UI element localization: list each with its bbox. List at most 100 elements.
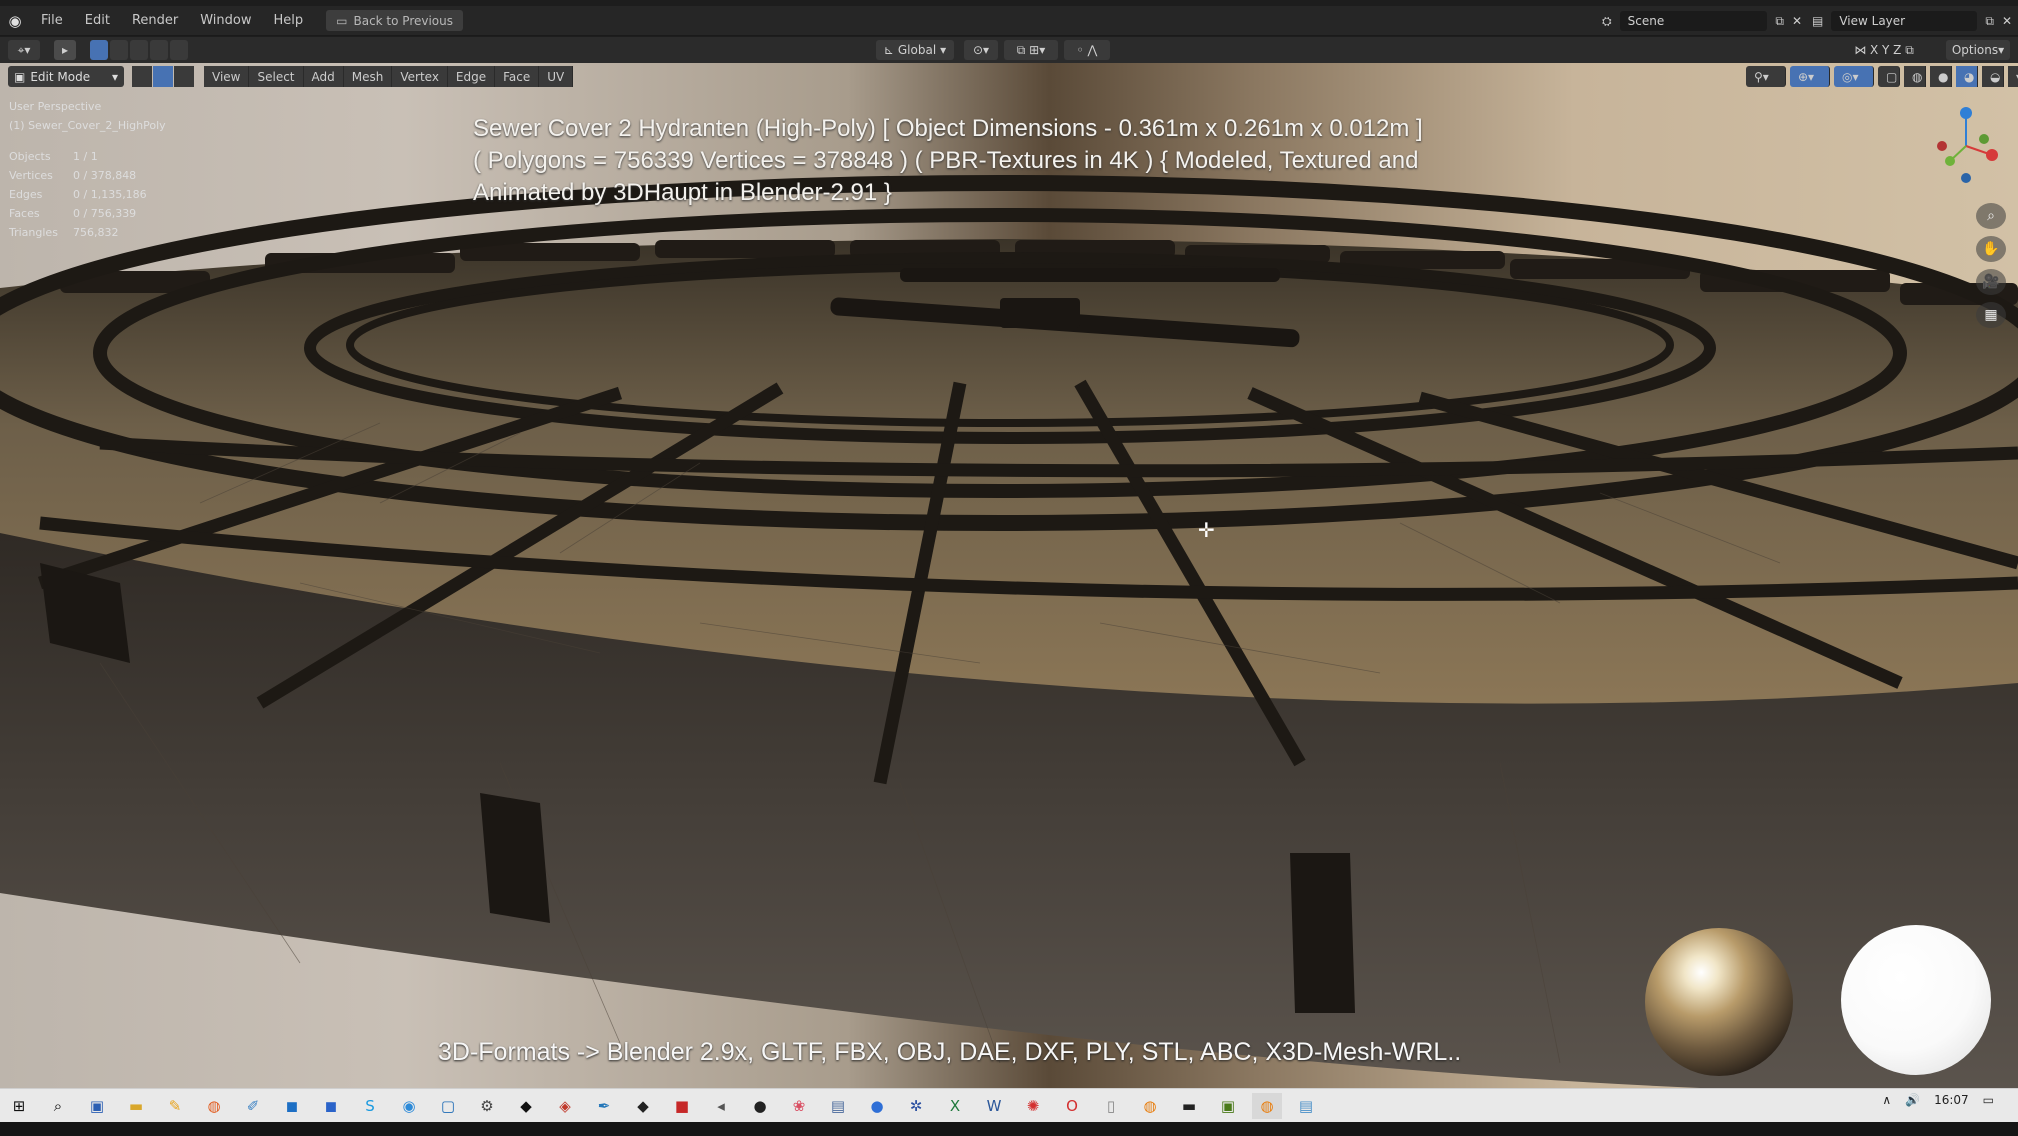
viewport-header: ▣ Edit Mode ▾ View Select Add Mesh Verte… (0, 63, 2018, 90)
cmd-icon[interactable]: ▬ (1174, 1093, 1204, 1119)
outlook-icon[interactable]: ◼ (277, 1093, 307, 1119)
vertex-select-icon[interactable] (132, 66, 152, 87)
photoshop-icon[interactable]: ◼ (316, 1093, 346, 1119)
menu-edge[interactable]: Edge (447, 66, 496, 87)
editor-type-icon[interactable]: ⌖▾ (8, 40, 40, 60)
3d-cursor-icon[interactable]: ✛ (1198, 518, 1215, 542)
edge-select-icon[interactable] (153, 66, 173, 87)
close-scene-icon[interactable]: ✕ (1792, 14, 1802, 28)
menu-mesh[interactable]: Mesh (343, 66, 393, 87)
rendered-shading-icon[interactable]: ◒ (1982, 66, 2004, 87)
file-icon[interactable]: ▯ (1096, 1093, 1126, 1119)
menu-window[interactable]: Window (189, 13, 262, 28)
chevron-down-icon: ▾ (111, 69, 118, 84)
gizmo-toggle-icon[interactable]: ⊕▾ (1790, 66, 1830, 87)
select-mode-group (132, 66, 194, 87)
clock-time[interactable]: 16:07 (1934, 1093, 1969, 1107)
blender-window: ◉ File Edit Render Window Help ▭ Back to… (0, 0, 2018, 1136)
notes-icon[interactable]: ▤ (1291, 1093, 1321, 1119)
adobe-icon[interactable]: ■ (667, 1093, 697, 1119)
skype-icon[interactable]: S (355, 1093, 385, 1119)
app3-icon[interactable]: ▣ (1213, 1093, 1243, 1119)
menu-select[interactable]: Select (249, 66, 304, 87)
menu-add[interactable]: Add (303, 66, 344, 87)
tool-icon[interactable]: ◈ (550, 1093, 580, 1119)
select-invert-icon[interactable] (150, 40, 168, 60)
close-view-layer-icon[interactable]: ✕ (2002, 14, 2012, 28)
menu-uv[interactable]: UV (539, 66, 574, 87)
terminal-icon[interactable]: ⚙ (472, 1093, 502, 1119)
options-dropdown[interactable]: Options ▾ (1946, 40, 2010, 60)
volume-icon[interactable]: 🔊 (1905, 1093, 1920, 1107)
gear-icon[interactable]: ✲ (901, 1093, 931, 1119)
folder-icon[interactable]: ▬ (121, 1093, 151, 1119)
paint-icon[interactable]: ✎ (160, 1093, 190, 1119)
menu-face[interactable]: Face (495, 66, 540, 87)
transform-orientation-dropdown[interactable]: ⊾ Global ▾ (876, 40, 954, 60)
shading-options-icon[interactable]: ▾ (2008, 66, 2018, 87)
gem-icon[interactable]: ◆ (628, 1093, 658, 1119)
map-icon[interactable]: ❀ (784, 1093, 814, 1119)
pan-hand-icon[interactable]: ✋ (1976, 236, 2006, 262)
inkscape-icon[interactable]: ✒ (589, 1093, 619, 1119)
notification-icon[interactable]: ▭ (1983, 1093, 1994, 1107)
chrome-icon[interactable]: ◉ (394, 1093, 424, 1119)
menu-help[interactable]: Help (263, 13, 315, 28)
star-icon[interactable]: ✺ (1018, 1093, 1048, 1119)
select-intersect-icon[interactable] (170, 40, 188, 60)
search-icon[interactable]: ⌕ (43, 1093, 73, 1119)
blender-logo-icon[interactable]: ◉ (0, 12, 30, 30)
mesh-symmetry-icons[interactable]: ⋈ X Y Z ⧉ (1840, 40, 1928, 60)
menu-vertex[interactable]: Vertex (392, 66, 448, 87)
menu-view[interactable]: View (204, 66, 250, 87)
obs-icon[interactable]: ● (745, 1093, 775, 1119)
excel-icon[interactable]: X (940, 1093, 970, 1119)
menu-file[interactable]: File (30, 13, 74, 28)
app-icon[interactable]: ▢ (433, 1093, 463, 1119)
back-to-previous-button[interactable]: ▭ Back to Previous (326, 10, 464, 31)
menu-render[interactable]: Render (121, 13, 189, 28)
wireframe-shading-icon[interactable]: ◍ (1904, 66, 1926, 87)
solid-shading-icon[interactable]: ● (1930, 66, 1952, 87)
unity-icon[interactable]: ◆ (511, 1093, 541, 1119)
proportional-edit-icon[interactable]: ◦ ⋀ (1064, 40, 1110, 60)
scene-name: Scene (1627, 14, 1665, 28)
snap-icon[interactable]: ⧉ ⊞▾ (1004, 40, 1058, 60)
save-icon[interactable]: ▣ (82, 1093, 112, 1119)
new-scene-icon[interactable]: ⧉ (1775, 14, 1784, 29)
blender-active-icon[interactable]: ◍ (1252, 1092, 1282, 1119)
firefox-icon[interactable]: ◍ (199, 1093, 229, 1119)
word-icon[interactable]: W (979, 1093, 1009, 1119)
browser-icon[interactable]: ● (862, 1093, 892, 1119)
windows-start-icon[interactable]: ⊞ (4, 1093, 34, 1119)
zoom-icon[interactable]: ⌕ (1976, 203, 2006, 229)
calc-icon[interactable]: ▤ (823, 1093, 853, 1119)
notepad-icon[interactable]: ✐ (238, 1093, 268, 1119)
chevron-up-icon[interactable]: ∧ (1882, 1093, 1891, 1107)
blender-icon[interactable]: ◍ (1135, 1093, 1165, 1119)
app2-icon[interactable]: ◂ (706, 1093, 736, 1119)
xray-toggle-icon[interactable]: ▢ (1878, 66, 1900, 87)
axis-gizmo-icon[interactable] (1926, 101, 2006, 191)
overlays-toggle-icon[interactable]: ◎▾ (1834, 66, 1874, 87)
mode-dropdown[interactable]: ▣ Edit Mode ▾ (8, 66, 124, 87)
3d-viewport[interactable]: ▣ Edit Mode ▾ View Select Add Mesh Verte… (0, 63, 2018, 1088)
scene-selector[interactable]: ⛭ Scene ⧉ ✕ (1602, 10, 1802, 32)
tool-header: ⌖▾ ▸ ⊾ Global ▾ ⊙▾ ⧉ ⊞▾ ◦ ⋀ ⋈ X Y Z ⧉ Op… (0, 37, 2018, 63)
opera-icon[interactable]: O (1057, 1093, 1087, 1119)
perspective-grid-icon[interactable]: ▦ (1976, 302, 2006, 328)
select-new-icon[interactable] (90, 40, 108, 60)
select-extend-icon[interactable] (110, 40, 128, 60)
stats-row: Vertices 0 / 378,848 (9, 169, 137, 182)
face-select-icon[interactable] (174, 66, 194, 87)
new-view-layer-icon[interactable]: ⧉ (1985, 14, 1994, 29)
material-shading-icon[interactable]: ◕ (1956, 66, 1978, 87)
select-subtract-icon[interactable] (130, 40, 148, 60)
select-tool-icon[interactable]: ▸ (54, 40, 76, 60)
bottom-edge-strip (0, 1122, 2018, 1136)
camera-view-icon[interactable]: 🎥 (1976, 269, 2006, 295)
menu-edit[interactable]: Edit (74, 13, 121, 28)
pivot-point-icon[interactable]: ⊙▾ (964, 40, 998, 60)
object-types-icon[interactable]: ⚲▾ (1746, 66, 1786, 87)
view-layer-selector[interactable]: ▤ View Layer ⧉ ✕ (1812, 10, 2012, 32)
